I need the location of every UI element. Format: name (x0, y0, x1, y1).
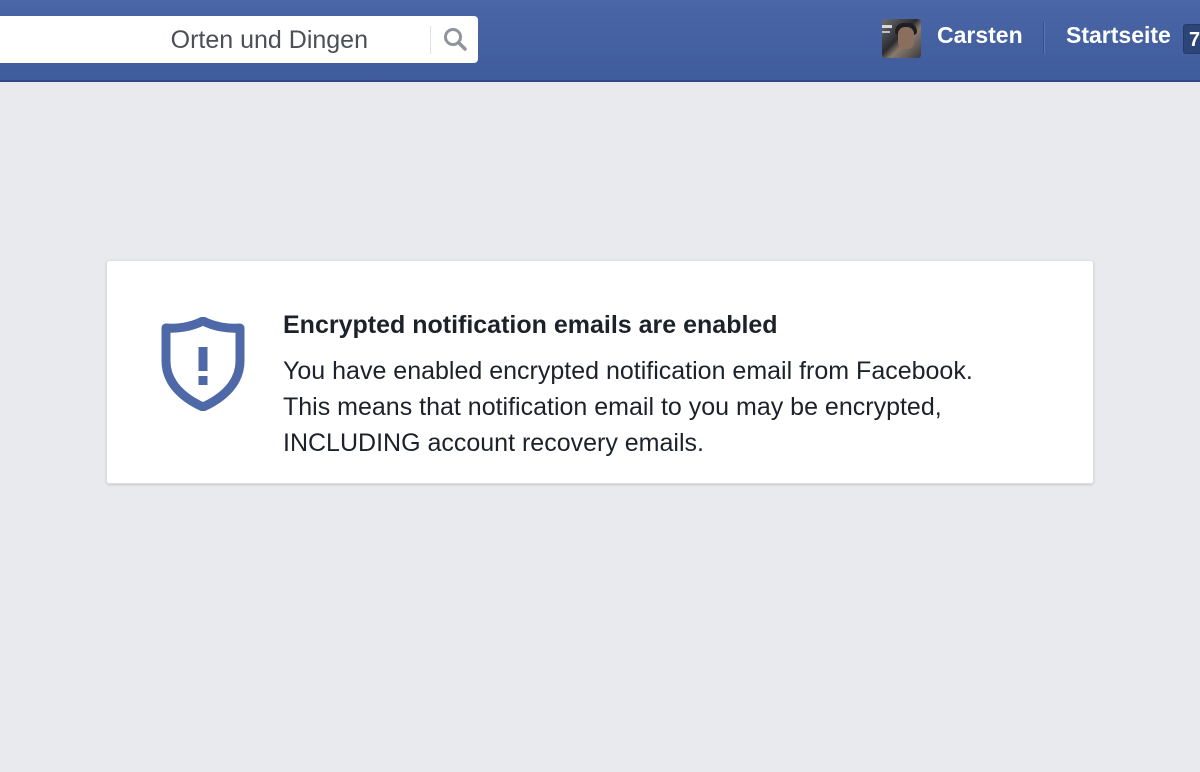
home-link[interactable]: Startseite (1066, 22, 1171, 49)
profile-link[interactable]: Carsten (937, 22, 1023, 49)
nav-divider (1043, 22, 1044, 54)
notice-line: INCLUDING account recovery emails. (283, 429, 704, 457)
top-navigation-bar: Orten und Dingen Carsten Startseite 7 (0, 0, 1200, 82)
notice-line: You have enabled encrypted notification … (283, 357, 973, 385)
search-input-area[interactable]: Orten und Dingen (0, 16, 424, 63)
encryption-notice-card: Encrypted notification emails are enable… (106, 260, 1094, 484)
search-button[interactable] (431, 16, 478, 63)
shield-exclamation-icon (161, 317, 245, 411)
avatar[interactable] (882, 19, 921, 58)
search-box[interactable]: Orten und Dingen (0, 16, 478, 63)
notice-line: This means that notification email to yo… (283, 393, 942, 421)
notice-body: You have enabled encrypted notification … (283, 353, 1073, 461)
home-notification-badge[interactable]: 7 (1183, 24, 1200, 54)
search-input[interactable]: Orten und Dingen (171, 16, 368, 63)
notice-title: Encrypted notification emails are enable… (283, 311, 778, 339)
search-icon (444, 28, 467, 51)
